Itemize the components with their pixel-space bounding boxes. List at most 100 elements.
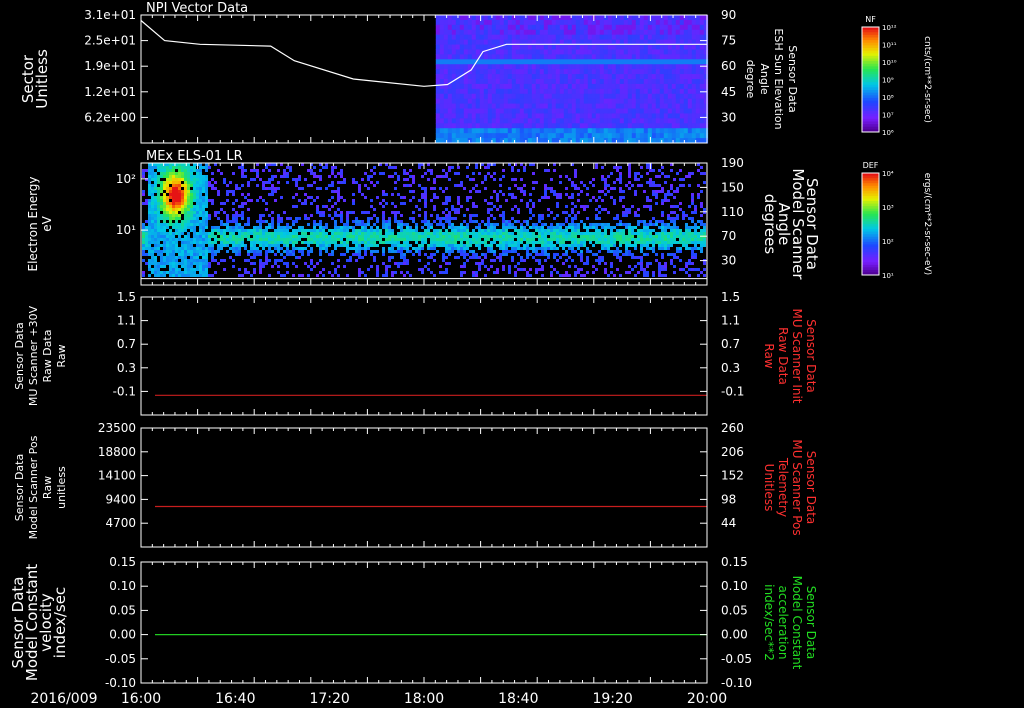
spectrogram-cell — [538, 229, 541, 232]
spectrogram-cell — [547, 29, 553, 36]
spectrogram-cell — [670, 259, 673, 262]
spectrogram-cell — [364, 241, 367, 244]
spectrogram-cell — [508, 241, 511, 244]
spectrogram-cell — [262, 235, 265, 238]
spectrogram-cell — [663, 54, 669, 60]
spectrogram-cell — [543, 79, 549, 85]
spectrogram-cell — [455, 44, 461, 50]
spectrogram-cell — [703, 208, 706, 211]
spectrogram-cell — [563, 15, 569, 21]
spectrogram-cell — [463, 54, 469, 60]
spectrogram-cell — [247, 181, 250, 184]
spectrogram-cell — [531, 88, 537, 95]
spectrogram-cell — [439, 98, 445, 105]
spectrogram-cell — [503, 69, 509, 75]
spectrogram-cell — [475, 83, 481, 90]
spectrogram-cell — [595, 49, 601, 55]
spectrogram-cell — [483, 19, 489, 26]
spectrogram-cell — [435, 113, 441, 119]
spectrogram-cell — [471, 103, 477, 110]
spectrogram-cell — [550, 241, 553, 244]
spectrogram-cell — [455, 133, 461, 139]
spectrogram-cell — [325, 235, 328, 238]
spectrogram-cell — [517, 229, 520, 232]
spectrogram-cell — [599, 15, 605, 21]
spectrogram-cell — [683, 123, 689, 129]
spectrogram-cell — [647, 103, 653, 110]
spectrogram-cell — [334, 223, 337, 226]
spectrogram-cell — [202, 217, 205, 220]
spectrogram-cell — [427, 262, 430, 265]
spectrogram-cell — [409, 238, 412, 241]
spectrogram-cell — [592, 232, 595, 235]
spectrogram-cell — [187, 259, 190, 262]
spectrogram-cell — [451, 229, 454, 232]
spectrogram-cell — [208, 214, 211, 217]
spectrogram-cell — [211, 172, 214, 175]
spectrogram-cell — [670, 262, 673, 265]
spectrogram-cell — [583, 98, 589, 105]
spectrogram-cell — [178, 172, 181, 175]
spectrogram-cell — [268, 235, 271, 238]
spectrogram-cell — [406, 262, 409, 265]
spectrogram-cell — [634, 178, 637, 181]
spectrogram-cell — [166, 262, 169, 265]
spectrogram-cell — [199, 265, 202, 268]
spectrogram-cell — [527, 83, 533, 90]
spectrogram-cell — [280, 217, 283, 220]
spectrogram-cell — [655, 79, 661, 85]
spectrogram-cell — [575, 88, 581, 95]
spectrogram-cell — [587, 64, 593, 70]
spectrogram-cell — [493, 235, 496, 238]
spectrogram-cell — [319, 169, 322, 172]
spectrogram-cell — [625, 235, 628, 238]
spectrogram-cell — [439, 123, 445, 129]
spectrogram-cell — [187, 247, 190, 250]
spectrogram-cell — [427, 169, 430, 172]
spectrogram-cell — [627, 108, 633, 114]
spectrogram-cell — [310, 268, 313, 271]
spectrogram-cell — [154, 199, 157, 202]
spectrogram-cell — [319, 250, 322, 253]
spectrogram-cell — [154, 196, 157, 199]
spectrogram-cell — [643, 108, 649, 114]
spectrogram-cell — [244, 244, 247, 247]
spectrogram-cell — [579, 79, 585, 85]
spectrogram-cell — [358, 235, 361, 238]
spectrogram-cell — [265, 241, 268, 244]
spectrogram-cell — [611, 59, 617, 65]
spectrogram-cell — [571, 103, 577, 110]
spectrogram-cell — [487, 232, 490, 235]
spectrogram-cell — [691, 202, 694, 205]
spectrogram-cell — [695, 49, 701, 55]
spectrogram-cell — [190, 217, 193, 220]
spectrogram-cell — [667, 59, 673, 65]
spectrogram-cell — [196, 238, 199, 241]
spectrogram-cell — [555, 69, 561, 75]
spectrogram-cell — [583, 74, 589, 80]
spectrogram-cell — [613, 166, 616, 169]
spectrogram-cell — [490, 232, 493, 235]
spectrogram-cell — [447, 54, 453, 60]
spectrogram-cell — [466, 253, 469, 256]
spectrogram-cell — [427, 178, 430, 181]
spectrogram-cell — [193, 229, 196, 232]
spectrogram-cell — [479, 64, 485, 70]
spectrogram-cell — [613, 232, 616, 235]
spectrogram-cell — [184, 187, 187, 190]
spectrogram-cell — [205, 241, 208, 244]
spectrogram-cell — [391, 235, 394, 238]
spectrogram-cell — [400, 214, 403, 217]
spectrogram-cell — [142, 274, 145, 277]
spectrogram-cell — [544, 250, 547, 253]
spectrogram-cell — [274, 238, 277, 241]
spectrogram-cell — [547, 19, 553, 26]
spectrogram-cell — [551, 113, 557, 119]
spectrogram-cell — [555, 79, 561, 85]
spectrogram-cell — [667, 44, 673, 50]
spectrogram-cell — [683, 93, 689, 100]
spectrogram-cell — [543, 54, 549, 60]
spectrogram-cell — [175, 214, 178, 217]
spectrogram-cell — [515, 103, 521, 110]
spectrogram-cell — [685, 235, 688, 238]
